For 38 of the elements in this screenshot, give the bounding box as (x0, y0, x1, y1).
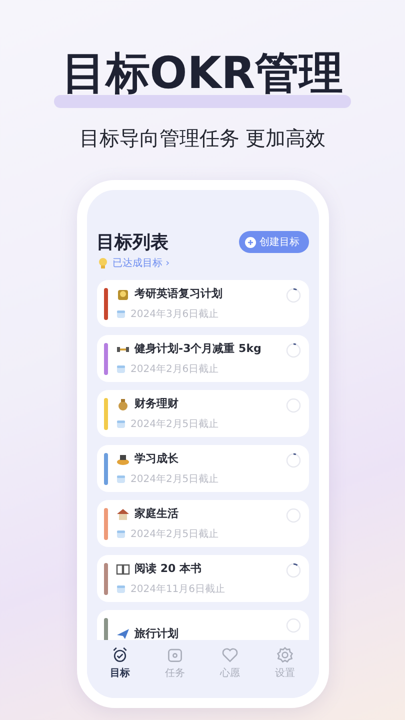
goal-card[interactable]: 旅行计划 (96, 610, 308, 640)
book-icon (116, 562, 130, 576)
goal-card[interactable]: 考研英语复习计划 2024年3月6日截止 (96, 280, 308, 327)
goal-title: 家庭生活 (134, 506, 178, 521)
deadline-text: 2024年2月5日截止 (130, 472, 219, 486)
goal-title: 阅读 20 本书 (134, 561, 202, 576)
tab[interactable]: 目标 (100, 646, 140, 680)
deadline-text: 2024年3月6日截止 (130, 308, 219, 321)
headline: 目标OKR管理 (62, 53, 344, 95)
deadline-text: 2024年2月5日截止 (130, 528, 219, 541)
goal-title: 学习成长 (134, 451, 178, 466)
heart-icon (221, 646, 239, 664)
goal-card[interactable]: 家庭生活 2024年2月5日截止 (96, 500, 308, 547)
progress-ring (286, 453, 300, 468)
goal-title: 财务理财 (134, 396, 178, 411)
progress-ring (286, 563, 300, 578)
goal-card[interactable]: 学习成长 2024年2月5日截止 (96, 445, 308, 492)
settings-icon (276, 646, 294, 664)
subtitle: 目标导向管理任务 更加高效 (79, 125, 326, 152)
goal-card[interactable]: 健身计划-3个月减重 5kg 2024年2月6日截止 (96, 335, 308, 382)
plus-icon (244, 236, 256, 248)
money-bag-icon (116, 396, 130, 410)
house-icon (116, 506, 130, 520)
progress-ring (286, 508, 300, 523)
deadline-text: 2024年2月6日截止 (130, 362, 219, 376)
goal-card[interactable]: 阅读 20 本书 2024年11月6日截止 (96, 555, 308, 602)
page-title: 目标列表 (96, 231, 168, 254)
goal-title: 健身计划-3个月减重 5kg (134, 341, 262, 356)
progress-ring (286, 288, 300, 303)
progress-ring (286, 398, 300, 413)
goal-title: 旅行计划 (134, 626, 178, 640)
alarm-clock-icon (111, 646, 129, 664)
goal-card[interactable]: 财务理财 2024年2月5日截止 (96, 390, 308, 437)
progress-ring (286, 618, 300, 633)
deadline-text: 2024年2月5日截止 (130, 418, 219, 431)
progress-ring (286, 343, 300, 358)
deadline-text: 2024年11月6日截止 (130, 582, 226, 596)
goal-title: 考研英语复习计划 (134, 286, 222, 301)
